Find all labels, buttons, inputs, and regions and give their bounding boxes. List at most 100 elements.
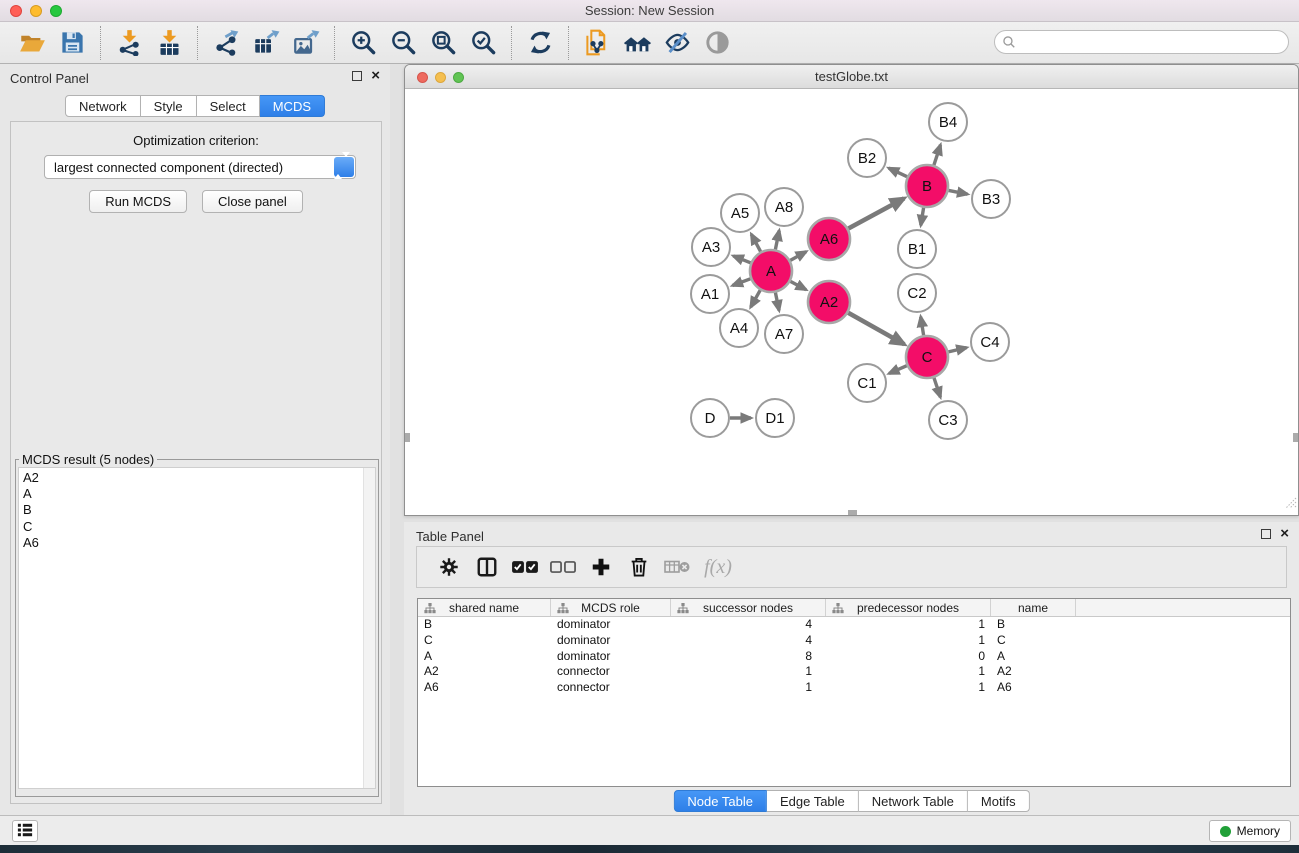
tab-motifs[interactable]: Motifs — [968, 790, 1030, 812]
column-header-MCDS-role[interactable]: MCDS role — [551, 599, 671, 616]
graph-node-B1[interactable]: B1 — [898, 230, 936, 268]
tab-network[interactable]: Network — [65, 95, 141, 117]
open-session-icon[interactable] — [15, 26, 49, 60]
graph-node-C4[interactable]: C4 — [971, 323, 1009, 361]
graph-node-A8[interactable]: A8 — [765, 188, 803, 226]
select-all-checkboxes-icon[interactable] — [509, 551, 541, 583]
table-row[interactable]: A2connector11A2 — [418, 664, 1290, 680]
column-header-predecessor-nodes[interactable]: predecessor nodes — [826, 599, 991, 616]
graph-node-B2[interactable]: B2 — [848, 139, 886, 177]
delete-column-icon[interactable] — [623, 551, 655, 583]
import-network-icon[interactable] — [112, 26, 146, 60]
graph-node-B4[interactable]: B4 — [929, 103, 967, 141]
graph-node-C[interactable]: C — [906, 336, 948, 378]
graph-node-A[interactable]: A — [750, 250, 792, 292]
resize-handle-left[interactable] — [405, 433, 410, 442]
zoom-fit-icon[interactable] — [426, 26, 460, 60]
float-table-panel-icon[interactable] — [1261, 529, 1271, 539]
close-table-panel-icon[interactable]: × — [1280, 529, 1289, 539]
graph-edge-A-A1[interactable] — [733, 279, 751, 286]
split-panel-icon[interactable] — [471, 551, 503, 583]
export-table-icon[interactable] — [249, 26, 283, 60]
graph-node-A7[interactable]: A7 — [765, 315, 803, 353]
float-panel-icon[interactable] — [352, 71, 362, 81]
graph-edge-A-A4[interactable] — [751, 290, 761, 307]
graph-node-C1[interactable]: C1 — [848, 364, 886, 402]
graph-node-A1[interactable]: A1 — [691, 275, 729, 313]
graph-edge-A-A7[interactable] — [775, 293, 779, 311]
close-panel-button[interactable]: Close panel — [202, 190, 303, 213]
graph-edge-A6-B[interactable] — [848, 198, 904, 228]
column-header-successor-nodes[interactable]: successor nodes — [671, 599, 826, 616]
network-window-titlebar[interactable]: testGlobe.txt — [405, 65, 1298, 89]
tab-node-table[interactable]: Node Table — [673, 790, 767, 812]
column-header-shared-name[interactable]: shared name — [418, 599, 551, 616]
graph-edge-C-C3[interactable] — [934, 378, 940, 397]
tab-edge-table[interactable]: Edge Table — [767, 790, 859, 812]
tab-network-table[interactable]: Network Table — [859, 790, 968, 812]
import-table-icon[interactable] — [152, 26, 186, 60]
refresh-icon[interactable] — [523, 26, 557, 60]
network-canvas[interactable]: B4B2BB3A8A5A6A3B1AC2A1A2A4A7C4CC1DD1C3 — [405, 89, 1298, 515]
table-row[interactable]: A6connector11A6 — [418, 680, 1290, 696]
unselect-all-checkboxes-icon[interactable] — [547, 551, 579, 583]
show-details-icon[interactable] — [700, 26, 734, 60]
graph-edge-B-B2[interactable] — [889, 168, 907, 177]
graph-node-A5[interactable]: A5 — [721, 194, 759, 232]
graph-node-C2[interactable]: C2 — [898, 274, 936, 312]
export-image-icon[interactable] — [289, 26, 323, 60]
tab-select[interactable]: Select — [197, 95, 260, 117]
search-input[interactable] — [994, 30, 1289, 54]
save-session-icon[interactable] — [55, 26, 89, 60]
zoom-selected-icon[interactable] — [466, 26, 500, 60]
delete-table-icon[interactable] — [661, 551, 693, 583]
memory-button[interactable]: Memory — [1209, 820, 1291, 842]
task-history-button[interactable] — [12, 820, 38, 842]
graph-edge-B-B4[interactable] — [934, 145, 941, 165]
graph-edge-C-C1[interactable] — [889, 366, 907, 374]
mcds-result-item[interactable]: C — [23, 519, 375, 535]
column-header-name[interactable]: name — [991, 599, 1076, 616]
graph-node-D[interactable]: D — [691, 399, 729, 437]
graph-node-A2[interactable]: A2 — [808, 281, 850, 323]
criterion-select[interactable]: largest connected component (directed) — [44, 155, 356, 179]
mcds-result-item[interactable]: A6 — [23, 535, 375, 551]
graph-edge-B-B3[interactable] — [949, 190, 968, 194]
add-column-icon[interactable] — [585, 551, 617, 583]
scrollbar-track[interactable] — [363, 468, 375, 788]
function-builder-icon[interactable]: f(x) — [699, 551, 731, 583]
tab-mcds[interactable]: MCDS — [260, 95, 325, 117]
resize-grip-icon[interactable] — [1283, 495, 1297, 514]
close-panel-icon[interactable]: × — [371, 71, 380, 81]
graph-edge-A-A3[interactable] — [733, 256, 750, 263]
graph-node-B3[interactable]: B3 — [972, 180, 1010, 218]
graph-edge-A-A5[interactable] — [751, 234, 760, 251]
graph-node-C3[interactable]: C3 — [929, 401, 967, 439]
zoom-out-icon[interactable] — [386, 26, 420, 60]
column-settings-icon[interactable] — [433, 551, 465, 583]
network-from-selection-icon[interactable] — [580, 26, 614, 60]
graph-edge-C-C2[interactable] — [921, 317, 924, 336]
graph-edge-A-A8[interactable] — [775, 231, 779, 250]
run-mcds-button[interactable]: Run MCDS — [89, 190, 187, 213]
resize-handle-right[interactable] — [1293, 433, 1298, 442]
resize-handle-bottom[interactable] — [848, 510, 857, 515]
mcds-result-item[interactable]: B — [23, 502, 375, 518]
graph-node-D1[interactable]: D1 — [756, 399, 794, 437]
mcds-result-item[interactable]: A2 — [23, 470, 375, 486]
graph-edge-B-B1[interactable] — [921, 208, 924, 226]
graph-node-B[interactable]: B — [906, 165, 948, 207]
home-icon[interactable] — [620, 26, 654, 60]
hide-graphics-details-icon[interactable] — [660, 26, 694, 60]
export-network-icon[interactable] — [209, 26, 243, 60]
table-row[interactable]: Bdominator41B — [418, 617, 1290, 633]
table-row[interactable]: Cdominator41C — [418, 633, 1290, 649]
mcds-result-list[interactable]: A2ABCA6 — [18, 467, 376, 789]
zoom-in-icon[interactable] — [346, 26, 380, 60]
mcds-result-item[interactable]: A — [23, 486, 375, 502]
table-row[interactable]: Adominator80A — [418, 649, 1290, 665]
graph-edge-A2-C[interactable] — [848, 313, 904, 345]
graph-node-A3[interactable]: A3 — [692, 228, 730, 266]
tab-style[interactable]: Style — [141, 95, 197, 117]
graph-node-A4[interactable]: A4 — [720, 309, 758, 347]
